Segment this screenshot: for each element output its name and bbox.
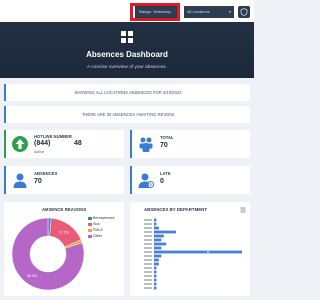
department-bar[interactable] <box>154 266 157 270</box>
highlight-box <box>130 3 180 21</box>
hotline-card: HOTLINE NUMBER (844) 48 Active <box>4 130 124 158</box>
department-tick-label <box>144 219 152 221</box>
legend-label: Other <box>93 234 102 238</box>
total-value: 70 <box>160 142 168 149</box>
department-bar[interactable] <box>154 230 176 234</box>
legend-swatch <box>88 222 92 226</box>
department-bar[interactable] <box>154 274 157 278</box>
department-tick-label <box>144 235 152 237</box>
department-bar[interactable] <box>154 286 157 290</box>
late-card: LATE 0 <box>130 166 250 194</box>
department-bar[interactable] <box>154 254 162 258</box>
page-subtitle: A concise overview of your absences. <box>87 65 167 70</box>
hotline-status: Active <box>34 150 45 154</box>
shield-button[interactable] <box>238 6 250 18</box>
total-card: TOTAL 70 <box>130 130 250 158</box>
locations-banner: SHOWING ALL LOCATIONS ABSENCES FOR 3/10/… <box>4 84 250 101</box>
department-tick-label <box>144 287 152 289</box>
department-chart-title: ABSENCES BY DEPARTMENT <box>144 207 208 212</box>
reasons-legend: Bereavement Sick FMLA Other <box>88 216 122 242</box>
pie-data-label: 17.1% <box>59 230 69 234</box>
department-tick-label <box>144 271 152 273</box>
user-icon <box>13 173 27 188</box>
department-bar-chart: 36 <box>144 217 242 290</box>
late-label: LATE <box>160 171 171 176</box>
department-tick-label <box>144 283 152 285</box>
department-bar[interactable] <box>154 218 157 222</box>
chevron-down-icon: ▾ <box>228 9 231 14</box>
pie-data-label: 80.0% <box>27 274 37 278</box>
clock-user-icon <box>138 173 154 188</box>
hotline-number: (844) <box>34 140 51 147</box>
department-tick-label <box>144 223 152 225</box>
legend-item-sick[interactable]: Sick <box>88 222 100 226</box>
department-bar[interactable] <box>154 250 242 254</box>
review-banner[interactable]: THERE ARE 32 ABSENCES AWAITING REVIEW <box>4 106 250 123</box>
page-title: Absences Dashboard <box>86 50 168 59</box>
menu-icon[interactable] <box>240 207 246 213</box>
department-bar[interactable] <box>154 262 159 266</box>
legend-item-bereavement[interactable]: Bereavement <box>88 216 114 220</box>
department-tick-label <box>144 239 152 241</box>
users-icon <box>139 137 153 152</box>
total-label: TOTAL <box>160 135 174 140</box>
shield-icon <box>240 8 248 16</box>
reasons-chart-card: ABSENCE REASONS 17.1% 80.0% Bereavement Si… <box>4 202 124 296</box>
department-tick-label <box>144 243 152 245</box>
department-tick-label <box>144 255 152 257</box>
department-bar[interactable] <box>154 242 167 246</box>
department-bar[interactable] <box>154 278 157 282</box>
department-tick-label <box>144 227 152 229</box>
legend-swatch <box>88 216 92 220</box>
absences-value: 70 <box>34 178 42 185</box>
absences-card: ABSENCES 70 <box>4 166 124 194</box>
arrow-up-circle-icon <box>12 136 28 152</box>
reasons-chart-title: ABSENCE REASONS <box>42 207 87 212</box>
department-tick-label <box>144 251 152 253</box>
department-bar[interactable] <box>154 270 157 274</box>
legend-item-fmla[interactable]: FMLA <box>88 228 103 232</box>
absences-label: ABSENCES <box>34 171 58 176</box>
dashboard-header: Absences Dashboard A concise overview of… <box>0 22 254 78</box>
hotline-count: 48 <box>74 140 82 147</box>
department-bar[interactable] <box>154 246 162 250</box>
department-bar[interactable] <box>154 226 159 230</box>
legend-item-other[interactable]: Other <box>88 234 102 238</box>
legend-label: FMLA <box>93 228 103 232</box>
legend-label: Bereavement <box>93 216 115 220</box>
location-label: All Locations <box>187 9 210 14</box>
department-bar[interactable] <box>154 282 157 286</box>
legend-swatch <box>88 234 92 238</box>
department-tick-label <box>144 247 152 249</box>
dashboard-icon <box>121 31 133 43</box>
top-bar: Range: Yesterday All Locations ▾ <box>0 0 254 22</box>
department-bar[interactable] <box>154 234 164 238</box>
legend-swatch <box>88 228 92 232</box>
department-tick-label <box>144 267 152 269</box>
department-bar[interactable] <box>154 258 159 262</box>
department-tick-label <box>144 263 152 265</box>
department-tick-label <box>144 231 152 233</box>
department-chart-card: ABSENCES BY DEPARTMENT 36 <box>130 202 250 296</box>
department-bar[interactable] <box>154 238 162 242</box>
hotline-label: HOTLINE NUMBER <box>34 134 72 139</box>
department-tick-label <box>144 275 152 277</box>
department-bar[interactable] <box>154 222 157 226</box>
department-tick-label <box>144 259 152 261</box>
reasons-donut-chart: 17.1% 80.0% <box>11 217 85 291</box>
late-value: 0 <box>160 178 164 185</box>
legend-label: Sick <box>93 222 100 226</box>
location-dropdown[interactable]: All Locations ▾ <box>184 6 234 18</box>
department-tick-label <box>144 279 152 281</box>
